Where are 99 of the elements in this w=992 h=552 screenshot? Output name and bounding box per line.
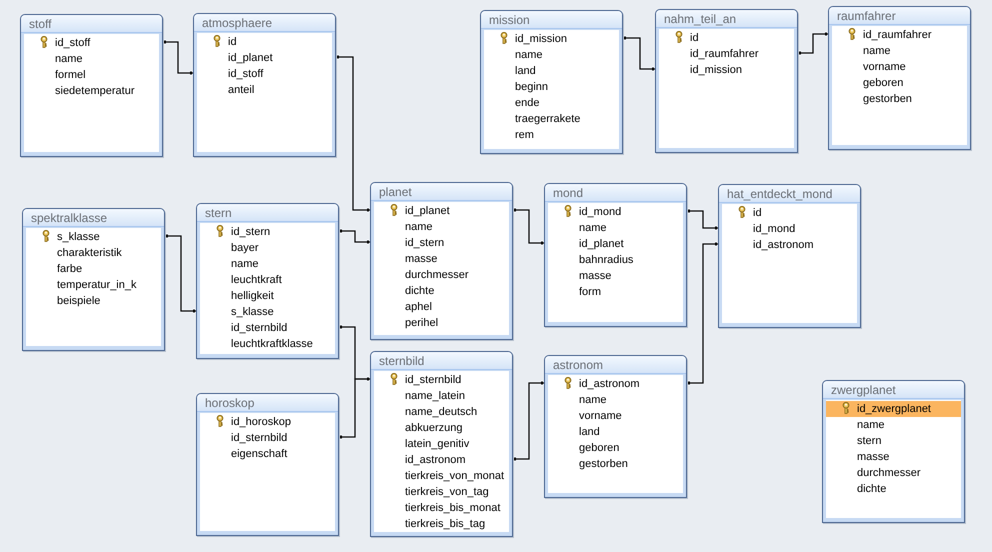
field-item[interactable]: land bbox=[484, 63, 619, 79]
table-title[interactable]: nahm_teil_an bbox=[656, 10, 797, 28]
field-item[interactable]: durchmesser bbox=[826, 465, 961, 481]
field-item[interactable]: name bbox=[374, 219, 509, 235]
field-item[interactable]: durchmesser bbox=[374, 267, 509, 283]
field-item[interactable]: id_mond bbox=[548, 204, 683, 220]
table-title[interactable]: zwergplanet bbox=[823, 381, 964, 399]
table-title[interactable]: raumfahrer bbox=[829, 7, 970, 25]
field-item[interactable]: name bbox=[826, 417, 961, 433]
field-item[interactable]: id_sternbild bbox=[374, 372, 509, 388]
field-item[interactable]: charakteristik bbox=[26, 245, 161, 261]
field-item[interactable]: id_planet bbox=[197, 50, 332, 66]
field-item[interactable]: id bbox=[659, 30, 794, 46]
field-item[interactable]: id_planet bbox=[374, 203, 509, 219]
field-item[interactable]: id_planet bbox=[548, 236, 683, 252]
field-item[interactable]: tierkreis_bis_monat bbox=[374, 500, 509, 516]
field-item[interactable]: latein_genitiv bbox=[374, 436, 509, 452]
field-item[interactable]: helligkeit bbox=[200, 288, 335, 304]
field-item[interactable]: traegerrakete bbox=[484, 111, 619, 127]
field-item[interactable]: id_stern bbox=[374, 235, 509, 251]
field-item[interactable]: leuchtkraft bbox=[200, 272, 335, 288]
relationship-line bbox=[339, 230, 370, 244]
field-item[interactable]: beginn bbox=[484, 79, 619, 95]
field-item[interactable]: masse bbox=[548, 268, 683, 284]
field-item[interactable]: leuchtkraftklasse bbox=[200, 336, 335, 352]
field-item[interactable]: id_horoskop bbox=[200, 414, 335, 430]
field-item[interactable]: form bbox=[548, 284, 683, 300]
relationship-line bbox=[163, 40, 193, 74]
field-item[interactable]: name bbox=[832, 43, 967, 59]
field-item[interactable]: name bbox=[484, 47, 619, 63]
table-title[interactable]: horoskop bbox=[197, 394, 338, 412]
table-title[interactable]: mond bbox=[545, 184, 686, 202]
field-item[interactable]: name bbox=[200, 256, 335, 272]
field-item[interactable]: id_mission bbox=[484, 31, 619, 47]
field-item[interactable]: id_mond bbox=[722, 221, 857, 237]
field-item[interactable]: abkuerzung bbox=[374, 420, 509, 436]
table-title[interactable]: mission bbox=[481, 11, 622, 29]
relationship-line bbox=[798, 32, 828, 54]
field-item[interactable]: tierkreis_von_tag bbox=[374, 484, 509, 500]
field-item[interactable]: id_astronom bbox=[374, 452, 509, 468]
field-item[interactable]: name bbox=[548, 220, 683, 236]
field-item[interactable]: id_astronom bbox=[722, 237, 857, 253]
field-item[interactable]: id_sternbild bbox=[200, 320, 335, 336]
field-item[interactable]: dichte bbox=[826, 481, 961, 497]
field-item[interactable]: id_sternbild bbox=[200, 430, 335, 446]
field-item[interactable]: perihel bbox=[374, 315, 509, 331]
table-title[interactable]: sternbild bbox=[371, 352, 512, 370]
field-item[interactable]: beispiele bbox=[26, 293, 161, 309]
field-item[interactable]: dichte bbox=[374, 283, 509, 299]
field-item[interactable]: masse bbox=[826, 449, 961, 465]
table-title[interactable]: atmosphaere bbox=[194, 14, 335, 32]
field-item[interactable]: id_mission bbox=[659, 62, 794, 78]
table-title[interactable]: stoff bbox=[21, 15, 162, 33]
table-title[interactable]: planet bbox=[371, 183, 512, 201]
field-item[interactable]: temperatur_in_k bbox=[26, 277, 161, 293]
field-item[interactable]: id_astronom bbox=[548, 376, 683, 392]
field-item[interactable]: tierkreis_von_monat bbox=[374, 468, 509, 484]
field-item[interactable]: name_latein bbox=[374, 388, 509, 404]
field-item[interactable]: id bbox=[197, 34, 332, 50]
field-item[interactable]: stern bbox=[826, 433, 961, 449]
field-item[interactable]: id_raumfahrer bbox=[832, 27, 967, 43]
field-item[interactable]: tierkreis_bis_tag bbox=[374, 516, 509, 532]
field-item[interactable]: ende bbox=[484, 95, 619, 111]
field-item[interactable]: rem bbox=[484, 127, 619, 143]
field-item[interactable]: farbe bbox=[26, 261, 161, 277]
field-item[interactable]: s_klasse bbox=[26, 229, 161, 245]
field-item[interactable]: name_deutsch bbox=[374, 404, 509, 420]
field-item[interactable]: id_stern bbox=[200, 224, 335, 240]
relationship-line bbox=[687, 210, 718, 230]
field-item[interactable]: vorname bbox=[832, 59, 967, 75]
field-item[interactable]: gestorben bbox=[832, 91, 967, 107]
field-item[interactable]: s_klasse bbox=[200, 304, 335, 320]
table-title[interactable]: hat_entdeckt_mond bbox=[719, 185, 860, 203]
field-item[interactable]: id_zwergplanet bbox=[826, 401, 961, 417]
field-item[interactable]: eigenschaft bbox=[200, 446, 335, 462]
field-item[interactable]: name bbox=[548, 392, 683, 408]
field-item[interactable]: masse bbox=[374, 251, 509, 267]
field-item[interactable]: id_raumfahrer bbox=[659, 46, 794, 62]
field-item[interactable]: bayer bbox=[200, 240, 335, 256]
table-title[interactable]: stern bbox=[197, 204, 338, 222]
field-item[interactable]: id bbox=[722, 205, 857, 221]
field-item[interactable]: vorname bbox=[548, 408, 683, 424]
table-title[interactable]: spektralklasse bbox=[23, 209, 164, 227]
field-item[interactable]: anteil bbox=[197, 82, 332, 98]
field-item[interactable]: bahnradius bbox=[548, 252, 683, 268]
field-item[interactable]: land bbox=[548, 424, 683, 440]
field-item[interactable]: geboren bbox=[548, 440, 683, 456]
field-item[interactable]: name bbox=[24, 51, 159, 67]
field-item[interactable]: siedetemperatur bbox=[24, 83, 159, 99]
table-title[interactable]: astronom bbox=[545, 356, 686, 374]
field-item[interactable]: gestorben bbox=[548, 456, 683, 472]
relationship-line bbox=[513, 208, 544, 244]
field-item[interactable]: id_stoff bbox=[24, 35, 159, 51]
field-item[interactable]: formel bbox=[24, 67, 159, 83]
relationship-line bbox=[623, 36, 655, 70]
relationship-line bbox=[339, 378, 370, 438]
field-item[interactable]: geboren bbox=[832, 75, 967, 91]
field-item[interactable]: aphel bbox=[374, 299, 509, 315]
field-item[interactable]: id_stoff bbox=[197, 66, 332, 82]
